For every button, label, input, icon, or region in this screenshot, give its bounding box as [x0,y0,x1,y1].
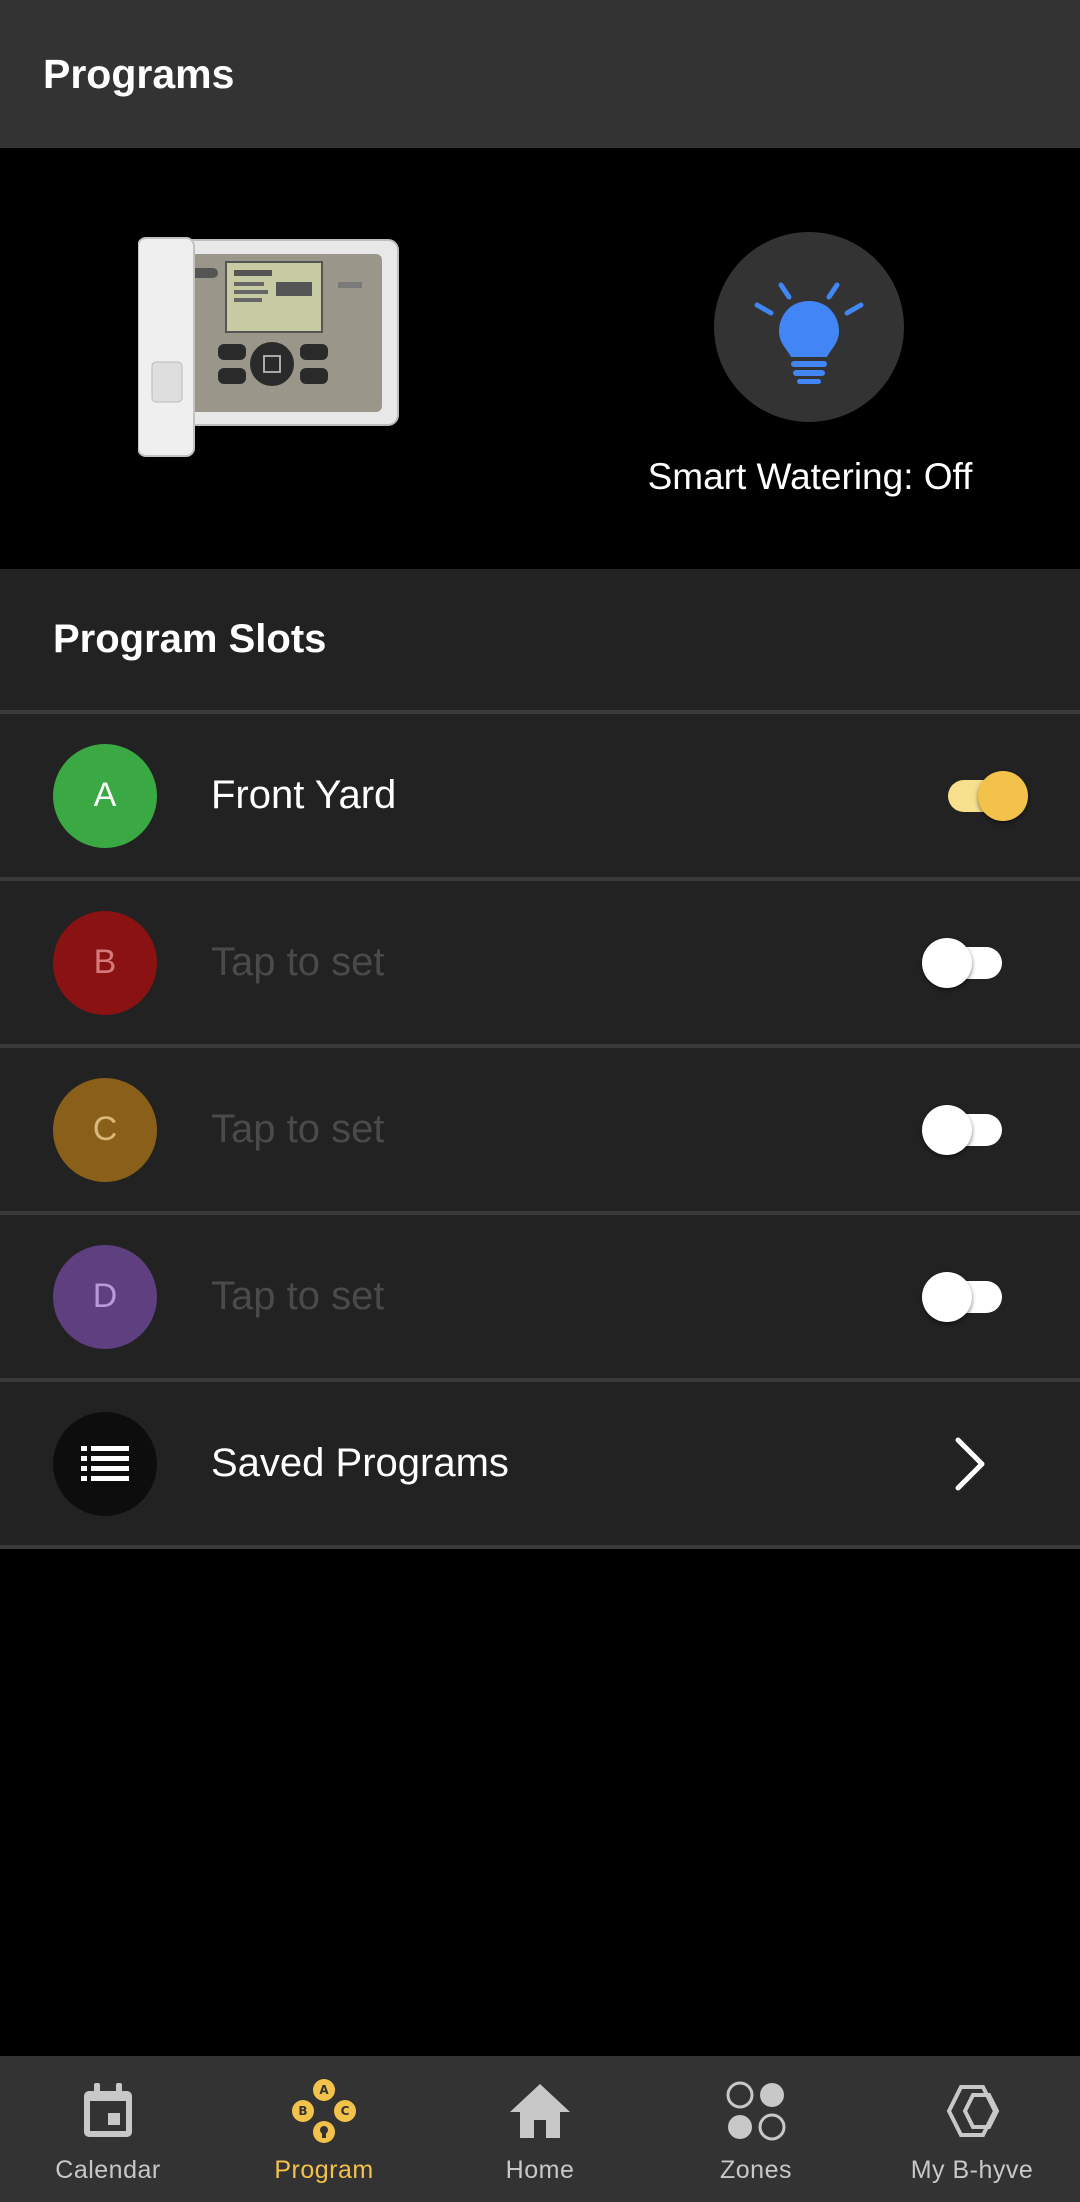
program-slots-header: Program Slots [0,569,1080,710]
saved-programs-row[interactable]: Saved Programs [0,1382,1080,1545]
svg-text:A: A [319,2083,329,2097]
slot-badge-c: C [53,1077,157,1182]
b-hyve-icon [939,2078,1005,2144]
nav-zones[interactable]: Zones [648,2056,864,2202]
nav-label-zones: Zones [720,2156,792,2184]
nav-label-calendar: Calendar [55,2156,161,2184]
page-title: Programs [43,50,235,97]
slot-badge-d: D [53,1244,157,1349]
program-slot-c[interactable]: C Tap to set [0,1048,1080,1211]
lightbulb-icon [754,282,864,384]
app-bar: Programs [0,0,1080,148]
slot-toggle-b[interactable] [918,933,1008,993]
slot-label-c: Tap to set [211,1107,385,1151]
program-abc-icon: A B C [291,2078,357,2144]
nav-label-my-bhyve: My B-hyve [910,2156,1034,2184]
calendar-icon [75,2078,141,2144]
divider [0,1545,1080,1549]
program-slot-a[interactable]: A Front Yard [0,714,1080,877]
chevron-right-icon [955,1437,985,1491]
smart-watering-label: Smart Watering: Off [647,456,973,497]
slot-badge-b: B [53,910,157,1015]
program-slot-b[interactable]: B Tap to set [0,881,1080,1044]
slot-label-d: Tap to set [211,1274,385,1318]
smart-watering-button[interactable] [714,232,904,422]
slot-toggle-c[interactable] [918,1100,1008,1160]
zones-icon [723,2078,789,2144]
controller-image [138,237,399,457]
nav-calendar[interactable]: Calendar [0,2056,216,2202]
svg-text:B: B [298,2104,307,2118]
nav-home[interactable]: Home [432,2056,648,2202]
nav-label-program: Program [274,2156,374,2184]
nav-label-home: Home [505,2156,575,2184]
hero-section: Smart Watering: Off [0,148,1080,567]
home-icon [507,2078,573,2144]
section-title: Program Slots [53,617,327,661]
program-slot-d[interactable]: D Tap to set [0,1215,1080,1378]
nav-my-bhyve[interactable]: My B-hyve [864,2056,1080,2202]
saved-programs-label: Saved Programs [211,1441,509,1485]
list-icon [53,1411,157,1516]
nav-program[interactable]: A B C Program [216,2056,432,2202]
slot-toggle-a[interactable] [940,766,1030,826]
slot-toggle-d[interactable] [918,1267,1008,1327]
slot-badge-a: A [53,743,157,848]
slot-label-a: Front Yard [211,773,397,817]
slot-label-b: Tap to set [211,940,385,984]
bottom-nav: Calendar A B C Program Home Zones My B-h… [0,2056,1080,2202]
svg-text:C: C [341,2104,350,2118]
